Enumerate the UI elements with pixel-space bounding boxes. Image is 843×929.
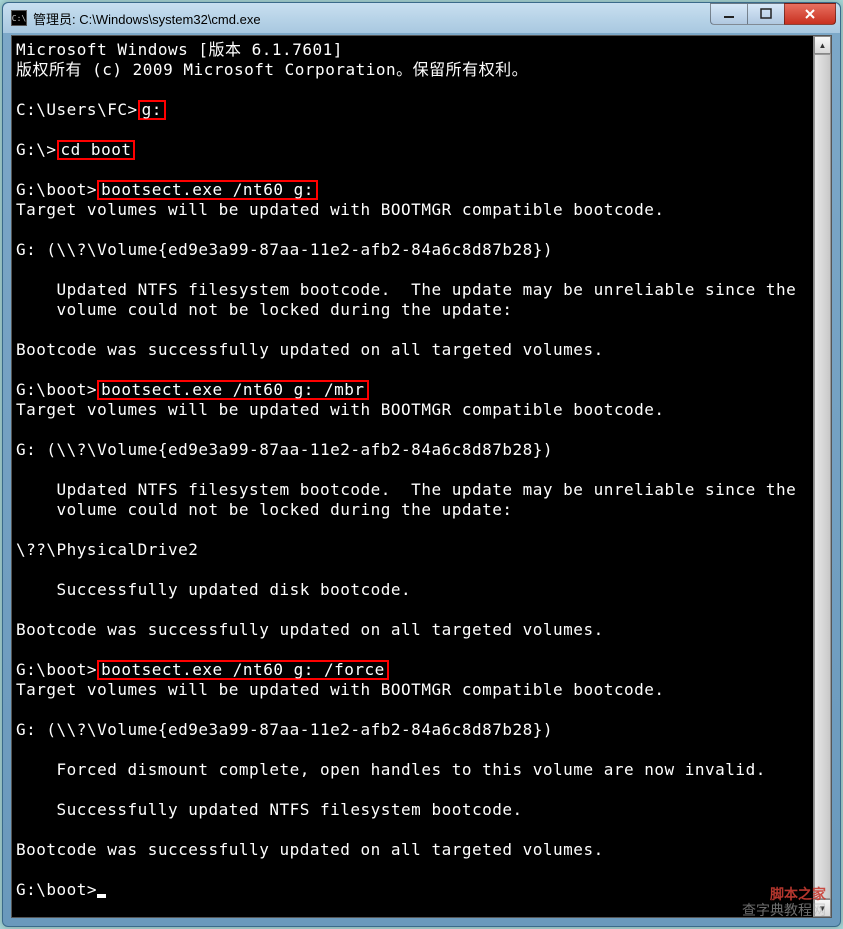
terminal-area[interactable]: Microsoft Windows [版本 6.1.7601] 版权所有 (c)…	[11, 35, 832, 918]
highlight-cmd-bootsect-mbr: bootsect.exe /nt60 g: /mbr	[97, 380, 368, 400]
highlight-cmd-cdboot: cd boot	[57, 140, 136, 160]
minimize-button[interactable]	[710, 3, 748, 25]
highlight-cmd-bootsect-force: bootsect.exe /nt60 g: /force	[97, 660, 389, 680]
cmd-window: C:\ 管理员: C:\Windows\system32\cmd.exe Mic…	[2, 2, 841, 927]
maximize-button[interactable]	[747, 3, 785, 25]
close-button[interactable]	[784, 3, 836, 25]
cursor	[97, 894, 106, 898]
highlight-cmd-drive: g:	[138, 100, 166, 120]
app-icon: C:\	[11, 10, 27, 26]
vertical-scrollbar[interactable]: ▲ ▼	[813, 36, 831, 917]
watermark-line2: 查字典教程网	[742, 902, 826, 918]
scroll-track[interactable]	[814, 54, 831, 899]
watermark-line1: 脚本之家	[742, 886, 826, 902]
highlight-cmd-bootsect1: bootsect.exe /nt60 g:	[97, 180, 318, 200]
terminal-output: Microsoft Windows [版本 6.1.7601] 版权所有 (c)…	[16, 40, 827, 900]
scroll-up-button[interactable]: ▲	[814, 36, 831, 54]
window-controls	[711, 3, 836, 25]
scroll-thumb[interactable]	[814, 54, 831, 899]
titlebar[interactable]: C:\ 管理员: C:\Windows\system32\cmd.exe	[3, 3, 840, 33]
window-title: 管理员: C:\Windows\system32\cmd.exe	[33, 9, 261, 28]
watermark: 脚本之家 查字典教程网	[742, 886, 826, 918]
